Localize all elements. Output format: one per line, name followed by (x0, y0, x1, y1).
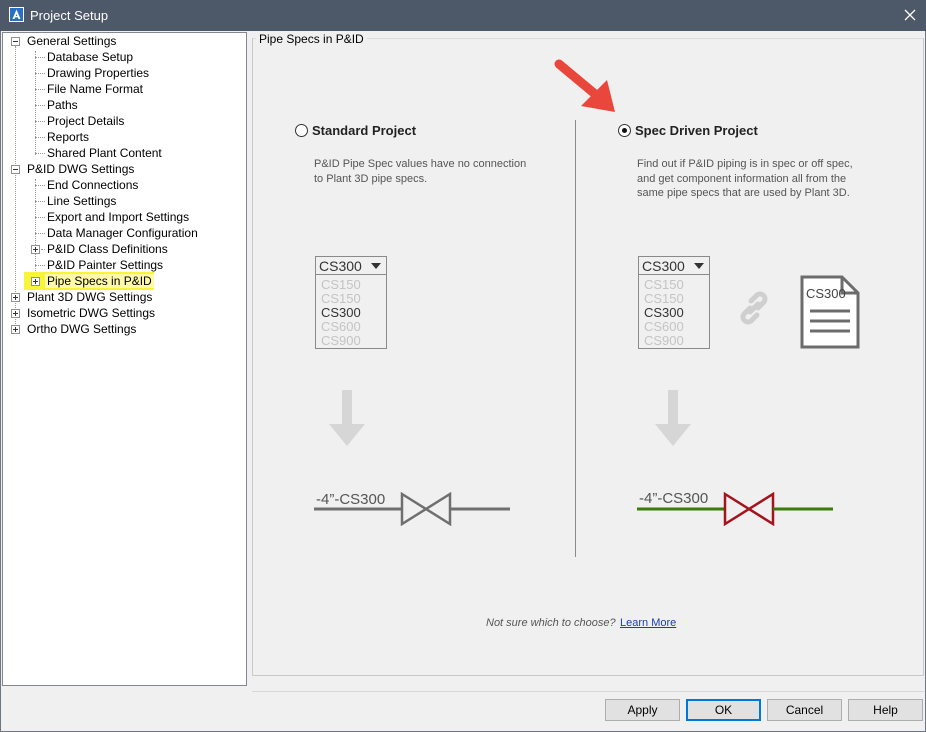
standard-spec-selected: CS300 (316, 257, 386, 275)
chevron-down-icon (371, 263, 381, 269)
down-arrow-icon (655, 390, 691, 446)
standard-project-desc-2: to Plant 3D pipe specs. (314, 173, 428, 185)
expander-pid-class-definitions[interactable] (31, 245, 40, 254)
gate-valve-icon (637, 492, 833, 526)
standard-project-label[interactable]: Standard Project (312, 123, 416, 138)
spec-driven-project-label[interactable]: Spec Driven Project (635, 123, 758, 138)
chevron-down-icon (694, 263, 704, 269)
standard-spec-option: CS150 (321, 277, 361, 292)
expander-pipe-specs-in-pid[interactable] (31, 277, 40, 286)
tree-item-general-settings[interactable]: General Settings (25, 33, 118, 49)
window-title: Project Setup (30, 8, 109, 23)
tree-item-data-manager-configuration[interactable]: Data Manager Configuration (45, 225, 200, 241)
tree-item-project-details[interactable]: Project Details (45, 113, 126, 129)
standard-spec-option: CS600 (321, 319, 361, 334)
tree-item-export-import-settings[interactable]: Export and Import Settings (45, 209, 191, 225)
tree-item-plant-3d-dwg-settings[interactable]: Plant 3D DWG Settings (25, 289, 154, 305)
apply-button[interactable]: Apply (605, 699, 680, 721)
spec-driven-spec-option: CS600 (644, 319, 684, 334)
document-label: CS300 (806, 286, 846, 301)
down-arrow-icon (329, 390, 365, 446)
standard-spec-option: CS300 (321, 305, 361, 320)
spec-driven-spec-option: CS150 (644, 277, 684, 292)
standard-project-radio[interactable] (295, 124, 308, 137)
cancel-button[interactable]: Cancel (767, 699, 842, 721)
tree-item-end-connections[interactable]: End Connections (45, 177, 140, 193)
chain-link-icon (740, 291, 768, 325)
standard-spec-option: CS150 (321, 291, 361, 306)
spec-driven-spec-option: CS150 (644, 291, 684, 306)
spec-driven-spec-selected: CS300 (639, 257, 709, 275)
arrow-annotation-icon (554, 59, 615, 112)
tree-item-line-settings[interactable]: Line Settings (45, 193, 118, 209)
tree-item-pipe-specs-in-pid[interactable]: Pipe Specs in P&ID (45, 273, 154, 289)
tree-item-drawing-properties[interactable]: Drawing Properties (45, 65, 151, 81)
expander-pid-dwg-settings[interactable] (11, 165, 20, 174)
close-icon[interactable] (896, 2, 924, 28)
tree-item-pid-painter-settings[interactable]: P&ID Painter Settings (45, 257, 165, 273)
tree-item-reports[interactable]: Reports (45, 129, 91, 145)
title-bar: Project Setup (0, 0, 926, 31)
expander-ortho-dwg-settings[interactable] (11, 325, 20, 334)
tree-item-database-setup[interactable]: Database Setup (45, 49, 135, 65)
expander-plant-3d-dwg-settings[interactable] (11, 293, 20, 302)
standard-spec-option: CS900 (321, 333, 361, 348)
standard-project-desc-1: P&ID Pipe Spec values have no connection (314, 158, 527, 170)
tree-item-shared-plant-content[interactable]: Shared Plant Content (45, 145, 164, 161)
footer-separator (252, 691, 924, 692)
tree-item-pid-dwg-settings[interactable]: P&ID DWG Settings (25, 161, 136, 177)
group-title: Pipe Specs in P&ID (256, 32, 367, 46)
expander-isometric-dwg-settings[interactable] (11, 309, 20, 318)
learn-more-link[interactable]: Learn More (620, 617, 676, 629)
tree-item-paths[interactable]: Paths (45, 97, 80, 113)
options-divider (575, 120, 576, 557)
expander-general-settings[interactable] (11, 37, 20, 46)
settings-tree[interactable]: General Settings Database Setup Drawing … (2, 32, 247, 686)
spec-driven-spec-option: CS300 (644, 305, 684, 320)
spec-driven-project-desc-2: and get component information all from t… (637, 173, 847, 185)
tree-item-file-name-format[interactable]: File Name Format (45, 81, 145, 97)
spec-driven-project-radio[interactable] (618, 124, 631, 137)
standard-spec-list: CS300 CS150 CS150 CS300 CS600 CS900 (315, 256, 387, 349)
spec-driven-spec-list: CS300 CS150 CS150 CS300 CS600 CS900 (638, 256, 710, 349)
spec-driven-spec-option: CS900 (644, 333, 684, 348)
tree-item-isometric-dwg-settings[interactable]: Isometric DWG Settings (25, 305, 157, 321)
autocad-a-icon (9, 7, 24, 22)
tree-item-pid-class-definitions[interactable]: P&ID Class Definitions (45, 241, 170, 257)
tree-item-ortho-dwg-settings[interactable]: Ortho DWG Settings (25, 321, 138, 337)
spec-driven-project-desc-1: Find out if P&ID piping is in spec or of… (637, 158, 853, 170)
choose-hint: Not sure which to choose? (486, 617, 616, 629)
help-button[interactable]: Help (848, 699, 923, 721)
ok-button[interactable]: OK (686, 699, 761, 721)
spec-driven-project-desc-3: same pipe specs that are used by Plant 3… (637, 187, 850, 199)
gate-valve-icon (314, 492, 510, 526)
